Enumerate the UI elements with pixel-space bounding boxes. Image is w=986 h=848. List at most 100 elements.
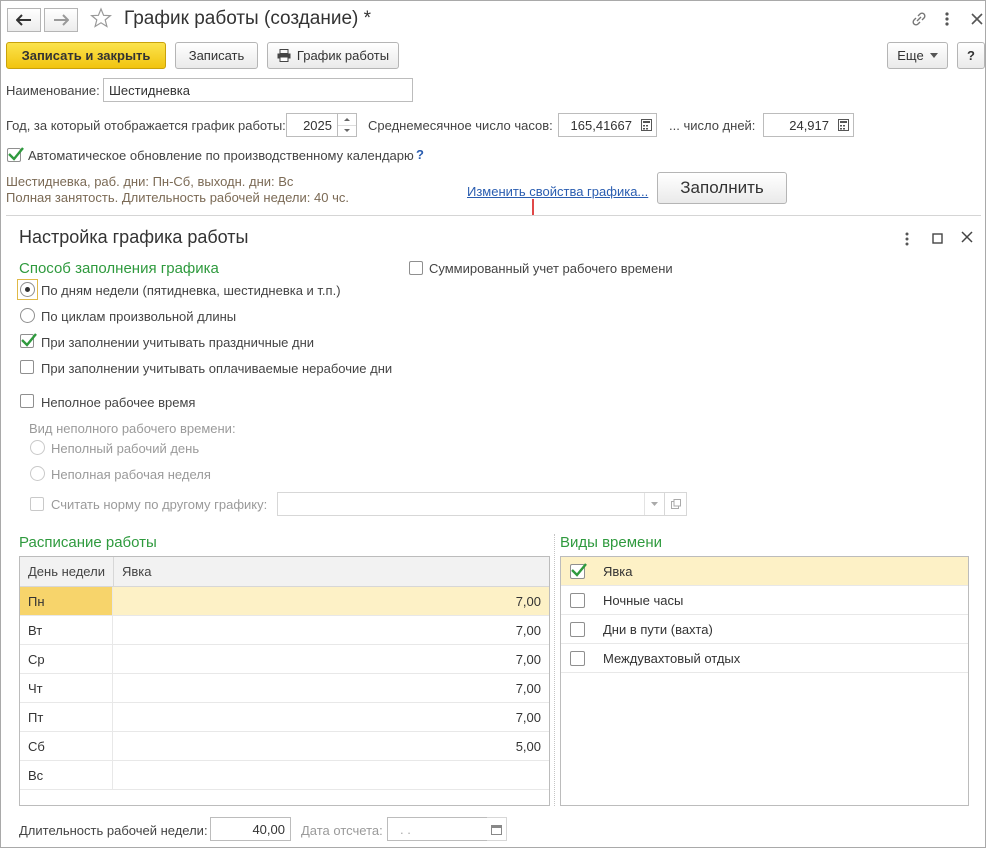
column-weekday[interactable]: День недели	[20, 557, 114, 586]
save-button[interactable]: Записать	[175, 42, 258, 69]
forward-button[interactable]	[44, 8, 78, 32]
norm-by-other-checkbox[interactable]	[30, 497, 44, 511]
time-types-list: Явка Ночные часы Дни в пути (вахта) Межд…	[560, 556, 969, 806]
ref-date-label: Дата отсчета:	[301, 823, 383, 838]
arrow-left-icon	[16, 14, 31, 26]
hours-cell[interactable]: 7,00	[113, 703, 549, 731]
name-input[interactable]: Шестидневка	[103, 78, 413, 102]
open-schedule-button[interactable]	[665, 492, 687, 516]
weekday-cell[interactable]: Вс	[20, 761, 113, 789]
hours-cell[interactable]: 7,00	[113, 645, 549, 673]
auto-update-label: Автоматическое обновление по производств…	[28, 148, 414, 163]
time-type-checkbox[interactable]	[570, 563, 587, 579]
table-row[interactable]: Пн 7,00	[20, 587, 549, 616]
save-and-close-label: Записать и закрыть	[21, 48, 151, 63]
consider-holidays-label: При заполнении учитывать праздничные дни	[41, 335, 315, 350]
weekday-cell[interactable]: Пн	[20, 587, 113, 615]
radio-part-time-week[interactable]	[30, 466, 45, 481]
work-schedule-print-button[interactable]: График работы	[267, 42, 399, 69]
part-time-kind-label: Вид неполного рабочего времени:	[29, 421, 236, 436]
time-types-heading: Виды времени	[560, 534, 663, 551]
more-button[interactable]: Еще	[887, 42, 948, 69]
checkmark-icon	[8, 147, 24, 161]
fill-button[interactable]: Заполнить	[657, 172, 787, 204]
fill-label: Заполнить	[680, 178, 764, 197]
weekday-cell[interactable]: Вт	[20, 616, 113, 644]
year-input[interactable]: 2025	[286, 113, 338, 137]
spin-down-icon[interactable]	[338, 126, 356, 137]
radio-by-cycles-label: По циклам произвольной длины	[41, 309, 237, 324]
weekday-cell[interactable]: Чт	[20, 674, 113, 702]
time-type-checkbox[interactable]	[570, 651, 585, 666]
week-length-input[interactable]: 40,00	[210, 817, 291, 841]
hours-cell[interactable]: 5,00	[113, 732, 549, 760]
more-vertical-icon[interactable]	[944, 11, 950, 30]
days-calc-button[interactable]	[834, 113, 854, 137]
save-label: Записать	[188, 48, 245, 63]
radio-by-weekdays[interactable]	[20, 282, 35, 297]
calendar-icon	[491, 824, 502, 835]
weekday-cell[interactable]: Сб	[20, 732, 113, 760]
avg-hours-calc-button[interactable]	[637, 113, 657, 137]
time-type-label: Междувахтовый отдых	[603, 651, 741, 666]
weekday-cell[interactable]: Ср	[20, 645, 113, 673]
ref-date-calendar-button[interactable]	[487, 817, 507, 841]
save-and-close-button[interactable]: Записать и закрыть	[6, 42, 166, 69]
spin-up-icon[interactable]	[338, 114, 356, 125]
part-time-checkbox[interactable]	[20, 394, 34, 408]
description-line-1: Шестидневка, раб. дни: Пн-Сб, выходн. дн…	[6, 174, 294, 189]
list-item[interactable]: Дни в пути (вахта)	[561, 615, 968, 644]
change-properties-link[interactable]: Изменить свойства графика...	[467, 184, 648, 199]
favorite-star-icon[interactable]	[90, 7, 112, 32]
days-input[interactable]: 24,917	[763, 113, 835, 137]
consider-paid-nonworking-checkbox[interactable]	[20, 360, 34, 374]
dialog-close-icon[interactable]	[961, 231, 973, 246]
list-item[interactable]: Явка	[561, 557, 968, 586]
table-row[interactable]: Чт 7,00	[20, 674, 549, 703]
more-label: Еще	[897, 48, 924, 63]
radio-by-cycles[interactable]	[20, 308, 35, 323]
ref-date-input[interactable]: . .	[387, 817, 488, 841]
hours-cell[interactable]: 7,00	[113, 587, 549, 615]
hours-cell[interactable]: 7,00	[113, 674, 549, 702]
summed-accounting-checkbox[interactable]	[409, 261, 423, 275]
radio-part-time-day[interactable]	[30, 440, 45, 455]
hours-cell[interactable]	[113, 761, 549, 789]
hours-cell[interactable]: 7,00	[113, 616, 549, 644]
avg-hours-input[interactable]: 165,41667	[558, 113, 638, 137]
list-item[interactable]: Ночные часы	[561, 586, 968, 615]
year-spinner[interactable]	[337, 113, 357, 137]
time-type-checkbox[interactable]	[570, 593, 585, 608]
table-row[interactable]: Вс	[20, 761, 549, 790]
close-icon[interactable]	[970, 12, 984, 29]
time-type-label: Ночные часы	[603, 593, 684, 608]
list-item[interactable]: Междувахтовый отдых	[561, 644, 968, 673]
work-schedule-label: График работы	[296, 48, 390, 63]
consider-holidays-checkbox[interactable]	[20, 333, 37, 348]
week-length-label: Длительность рабочей недели:	[19, 823, 208, 838]
table-row[interactable]: Пт 7,00	[20, 703, 549, 732]
time-type-label: Явка	[603, 564, 633, 579]
column-attendance[interactable]: Явка	[114, 557, 152, 586]
other-schedule-select[interactable]	[277, 492, 665, 516]
avg-hours-label: Среднемесячное число часов:	[368, 118, 553, 133]
auto-update-checkbox[interactable]	[7, 147, 24, 162]
time-type-checkbox[interactable]	[570, 622, 585, 637]
link-icon[interactable]	[910, 10, 928, 31]
dialog-more-icon[interactable]	[904, 232, 910, 249]
schedule-settings-dialog: Настройка графика работы Способ заполнен…	[6, 215, 981, 845]
dialog-title: Настройка графика работы	[19, 227, 249, 247]
radio-by-weekdays-label: По дням недели (пятидневка, шестидневка …	[41, 283, 341, 298]
table-row[interactable]: Сб 5,00	[20, 732, 549, 761]
checkmark-icon	[21, 333, 37, 347]
auto-update-help-icon[interactable]: ?	[416, 147, 424, 162]
weekday-cell[interactable]: Пт	[20, 703, 113, 731]
back-button[interactable]	[7, 8, 41, 32]
maximize-icon[interactable]	[932, 232, 943, 247]
help-button[interactable]: ?	[957, 42, 985, 69]
year-label: Год, за который отображается график рабо…	[6, 118, 286, 133]
table-row[interactable]: Ср 7,00	[20, 645, 549, 674]
fill-method-heading: Способ заполнения графика	[19, 260, 219, 277]
description-line-2: Полная занятость. Длительность рабочей н…	[6, 190, 349, 205]
table-row[interactable]: Вт 7,00	[20, 616, 549, 645]
